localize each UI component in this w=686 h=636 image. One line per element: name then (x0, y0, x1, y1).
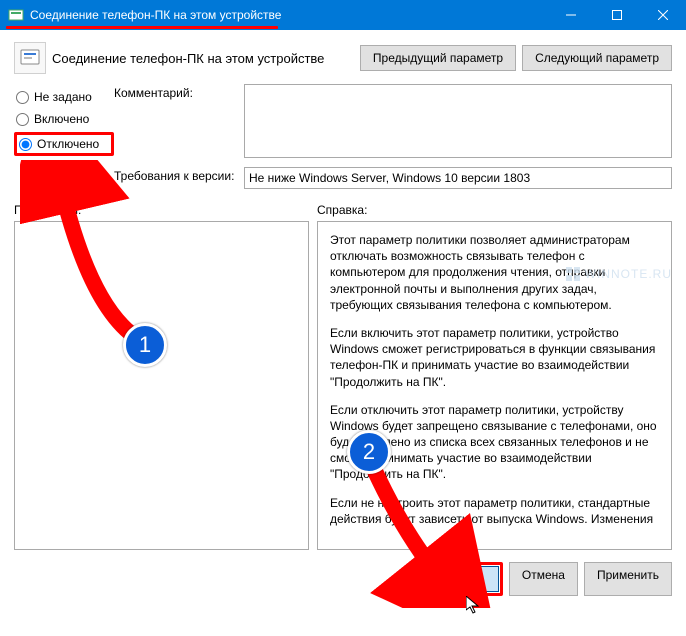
radio-enabled-input[interactable] (16, 113, 29, 126)
page-title: Соединение телефон-ПК на этом устройстве (52, 51, 360, 66)
radio-group: Не задано Включено Отключено (14, 84, 114, 160)
radio-disabled-label: Отключено (37, 137, 99, 151)
help-text: Если включить этот параметр политики, ус… (330, 325, 659, 390)
options-label: Параметры: (14, 203, 309, 217)
options-panel (14, 221, 309, 550)
comment-label: Комментарий: (114, 84, 244, 100)
watermark-text: WINNOTE.RU (585, 267, 672, 281)
cancel-button[interactable]: Отмена (509, 562, 578, 596)
annotation-badge-1: 1 (123, 323, 167, 367)
prev-setting-button[interactable]: Предыдущий параметр (360, 45, 516, 71)
next-setting-button[interactable]: Следующий параметр (522, 45, 672, 71)
cursor-icon (466, 596, 486, 616)
app-icon (8, 7, 24, 23)
annotation-ok-highlight: ОК (433, 562, 503, 596)
maximize-button[interactable] (594, 0, 640, 30)
annotation-title-underline (6, 26, 278, 29)
watermark: WINNOTE.RU (565, 266, 672, 282)
help-text: Если не настроить этот параметр политики… (330, 495, 659, 527)
dialog-footer: ОК Отмена Применить (14, 562, 672, 596)
version-field (244, 167, 672, 189)
radio-enabled-label: Включено (34, 112, 89, 126)
radio-not-configured[interactable]: Не задано (14, 88, 114, 106)
header-row: Соединение телефон-ПК на этом устройстве… (14, 42, 672, 74)
apply-button[interactable]: Применить (584, 562, 672, 596)
radio-disabled-input[interactable] (19, 138, 32, 151)
comment-textarea[interactable] (244, 84, 672, 158)
help-label: Справка: (317, 203, 672, 217)
annotation-badge-2: 2 (347, 430, 391, 474)
version-label: Требования к версии: (114, 167, 244, 183)
radio-not-configured-label: Не задано (34, 90, 92, 104)
policy-icon (14, 42, 46, 74)
radio-disabled[interactable]: Отключено (14, 132, 114, 156)
window-title: Соединение телефон-ПК на этом устройстве (30, 8, 548, 22)
radio-not-configured-input[interactable] (16, 91, 29, 104)
radio-enabled[interactable]: Включено (14, 110, 114, 128)
ok-button[interactable]: ОК (437, 566, 499, 592)
close-button[interactable] (640, 0, 686, 30)
minimize-button[interactable] (548, 0, 594, 30)
